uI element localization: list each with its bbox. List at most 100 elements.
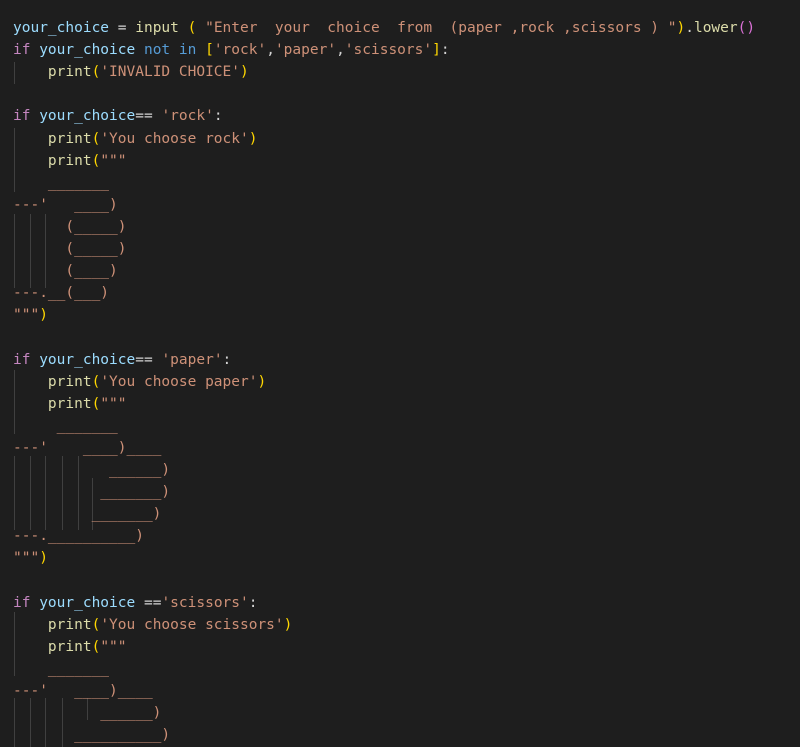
code-token: [	[205, 42, 214, 58]
code-token: )	[676, 20, 686, 36]
code-token: (	[91, 64, 101, 80]
code-token: lower	[693, 20, 738, 36]
code-token: )	[240, 64, 249, 80]
code-token: """	[100, 639, 127, 655]
code-line[interactable]: _______)	[13, 503, 162, 525]
code-token: 'rock'	[213, 42, 267, 58]
code-token: print	[47, 617, 92, 633]
code-token: if	[13, 42, 31, 58]
code-line[interactable]: if your_choice =='scissors':	[13, 592, 257, 614]
code-token: your_choice	[13, 20, 110, 36]
code-token: your_choice	[39, 108, 136, 124]
code-line[interactable]: print("""	[13, 393, 127, 415]
code-token: your_choice	[39, 595, 136, 611]
code-line[interactable]: ______)	[13, 459, 170, 481]
code-token: :	[213, 108, 223, 124]
code-token: """	[100, 153, 127, 169]
code-line[interactable]: print('You choose scissors')	[13, 614, 292, 636]
code-token: )	[257, 374, 267, 390]
code-line[interactable]: (_____)	[13, 216, 127, 238]
code-token: print	[47, 153, 92, 169]
code-line[interactable]: """)	[13, 547, 48, 569]
code-line[interactable]: print("""	[13, 636, 127, 658]
code-token: (	[91, 131, 101, 147]
code-token: )	[39, 307, 48, 323]
code-token: print	[47, 131, 92, 147]
code-token: )	[283, 617, 293, 633]
code-token: ______)	[13, 705, 162, 721]
code-token: ---.__________)	[13, 528, 144, 544]
code-token: _______	[13, 418, 118, 434]
code-token: ---' ____)	[13, 197, 118, 213]
code-token: (____)	[13, 263, 118, 279]
code-line[interactable]: if your_choice== 'paper':	[13, 349, 231, 371]
code-line[interactable]: print('You choose paper')	[13, 371, 266, 393]
code-token: print	[47, 374, 92, 390]
code-token: your_choice	[39, 352, 136, 368]
code-token: your_choice	[39, 42, 136, 58]
code-token: """	[100, 396, 127, 412]
code-token: 'paper'	[274, 42, 337, 58]
code-token: if	[13, 595, 31, 611]
code-token: ,	[266, 42, 275, 58]
code-token: 'rock'	[161, 108, 214, 124]
code-token: ______)	[13, 462, 171, 478]
code-token: 'INVALID CHOICE'	[100, 64, 240, 80]
code-editor[interactable]: your_choice = input ( "Enter your choice…	[0, 0, 800, 747]
code-token: ()	[737, 20, 756, 36]
code-line[interactable]: (_____)	[13, 238, 126, 260]
code-token: ==	[135, 352, 162, 368]
code-token: print	[47, 396, 92, 412]
code-token: """	[13, 550, 40, 566]
code-token: (_____)	[13, 219, 127, 235]
code-token: input	[135, 20, 179, 36]
code-token: """	[13, 307, 40, 323]
code-token: 'You choose rock'	[100, 131, 249, 147]
code-line[interactable]: (____)	[13, 260, 118, 282]
code-line[interactable]: ---.__________)	[13, 525, 144, 547]
code-line[interactable]: if your_choice== 'rock':	[13, 105, 223, 127]
code-line[interactable]: if your_choice not in ['rock','paper','s…	[13, 39, 450, 61]
code-token: (	[91, 153, 101, 169]
code-token: ]	[432, 42, 441, 58]
code-token: _______)	[13, 506, 162, 522]
code-line[interactable]: ---' ____)____	[13, 437, 161, 459]
code-token: (	[91, 617, 101, 633]
code-token: "Enter your choice from (paper ,rock ,sc…	[205, 20, 677, 36]
code-token: 'You choose scissors'	[100, 617, 284, 633]
code-token: )	[248, 131, 258, 147]
code-line[interactable]: _______	[13, 172, 109, 194]
code-token: .	[685, 20, 694, 36]
code-token: if	[13, 108, 31, 124]
code-line[interactable]: _______	[13, 415, 118, 437]
code-line[interactable]: ______)	[13, 702, 161, 724]
code-line[interactable]: print('INVALID CHOICE')	[13, 61, 249, 83]
code-line[interactable]: print("""	[13, 150, 127, 172]
code-token: __________)	[13, 727, 171, 743]
code-line[interactable]: print('You choose rock')	[13, 128, 258, 150]
code-token: ---' ____)____	[13, 440, 162, 456]
code-line[interactable]: _______	[13, 658, 109, 680]
code-line[interactable]: __________)	[13, 724, 170, 746]
code-line[interactable]: _______)	[13, 481, 170, 503]
code-token: :	[440, 42, 450, 58]
code-token: =	[109, 20, 136, 36]
code-line[interactable]: ---.__(___)	[13, 282, 109, 304]
code-token: not in	[143, 42, 197, 58]
code-line[interactable]: ---' ____)	[13, 194, 118, 216]
code-line[interactable]: """)	[13, 304, 48, 326]
code-token: 'You choose paper'	[100, 374, 258, 390]
code-line[interactable]: ---' ____)____	[13, 680, 153, 702]
code-line[interactable]: your_choice = input ( "Enter your choice…	[13, 17, 755, 39]
